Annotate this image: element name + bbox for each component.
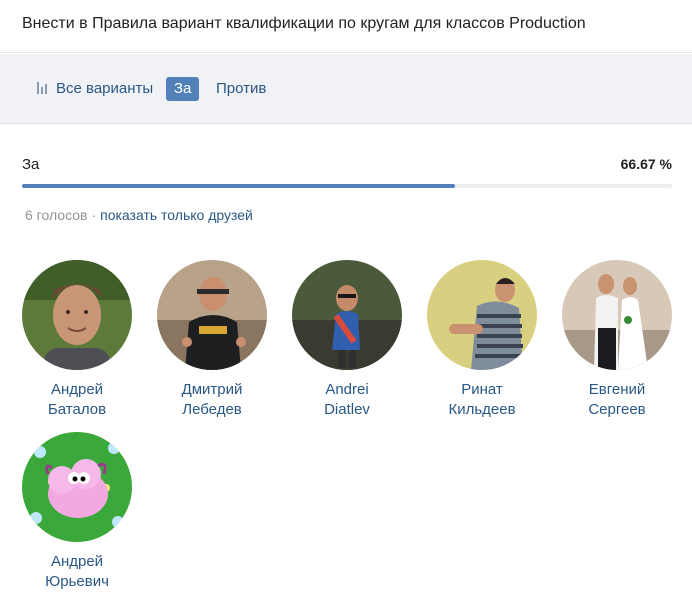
avatar[interactable]	[427, 260, 537, 370]
tab-all-options-label: Все варианты	[56, 80, 154, 97]
vote-filter-tabs: Все варианты За Против	[0, 54, 692, 124]
tab-for[interactable]: За	[166, 77, 200, 101]
show-friends-only-link[interactable]: показать только друзей	[100, 207, 253, 223]
voter-name[interactable]: Дмитрий Лебедев	[157, 380, 267, 420]
voter-item[interactable]: Ринат Кильдеев	[427, 260, 537, 420]
voter-name[interactable]: Андрей Юрьевич	[22, 552, 132, 592]
option-percent: 66.67 %	[620, 156, 672, 172]
voter-item[interactable]: Андрей Юрьевич	[22, 432, 132, 592]
bar-chart-icon	[36, 81, 50, 94]
result-progress-bar	[22, 184, 672, 188]
avatar[interactable]	[22, 260, 132, 370]
poll-title: Внести в Правила вариант квалификации по…	[22, 15, 586, 32]
voter-item[interactable]: Дмитрий Лебедев	[157, 260, 267, 420]
voter-name[interactable]: Андрей Баталов	[22, 380, 132, 420]
voter-item[interactable]: Евгений Сергеев	[562, 260, 672, 420]
option-label: За	[22, 156, 40, 173]
voter-name[interactable]: Andrei Diatlev	[292, 380, 402, 420]
voter-item[interactable]: Андрей Баталов	[22, 260, 132, 420]
voter-item[interactable]: Andrei Diatlev	[292, 260, 402, 420]
avatar[interactable]	[292, 260, 402, 370]
avatar[interactable]	[562, 260, 672, 370]
votes-count: 6 голосов	[25, 207, 88, 223]
avatar[interactable]	[22, 432, 132, 542]
avatar[interactable]	[157, 260, 267, 370]
voter-name[interactable]: Ринат Кильдеев	[427, 380, 537, 420]
tab-against[interactable]: Против	[216, 77, 266, 101]
voter-name[interactable]: Евгений Сергеев	[562, 380, 672, 420]
votes-meta: 6 голосов · показать только друзей	[25, 207, 253, 223]
tab-all-options[interactable]: Все варианты	[36, 77, 153, 101]
result-progress-fill	[22, 184, 456, 188]
poll-header: Внести в Правила вариант квалификации по…	[0, 0, 692, 53]
meta-separator: ·	[91, 207, 97, 223]
